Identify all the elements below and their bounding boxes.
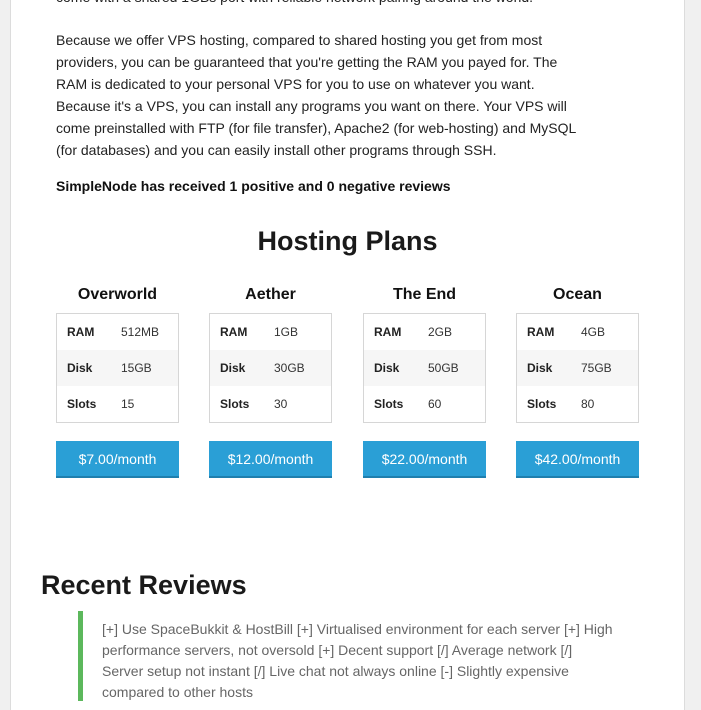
intro-paragraph: Because we offer VPS hosting, compared t… <box>56 32 576 158</box>
plan-name: Ocean <box>553 286 602 303</box>
spec-value: 80 <box>581 397 595 411</box>
spec-value: 1GB <box>274 325 299 339</box>
spec-row-slots: Slots 60 <box>364 386 485 422</box>
order-button-overworld[interactable]: $7.00/month <box>56 441 179 478</box>
plan-card-overworld: Overworld RAM 512MB Disk 15GB Slots 15 $… <box>56 283 179 478</box>
spec-value: 512MB <box>121 325 160 339</box>
spec-row-slots: Slots 30 <box>210 386 331 422</box>
review-summary: SimpleNode has received 1 positive and 0… <box>56 178 451 194</box>
plan-specs: RAM 2GB Disk 50GB Slots 60 <box>363 313 486 423</box>
spec-key: Slots <box>220 397 250 411</box>
spec-key: RAM <box>67 325 95 339</box>
plan-name: Aether <box>245 286 296 303</box>
plan-name: Overworld <box>77 286 158 303</box>
spec-key: Slots <box>67 397 97 411</box>
plan-card-ocean: Ocean RAM 4GB Disk 75GB Slots 80 $42.00/… <box>516 283 639 478</box>
spec-row-ram: RAM 1GB <box>210 314 331 350</box>
spec-value: 60 <box>428 397 442 411</box>
spec-key: Disk <box>527 361 553 375</box>
plan-card-aether: Aether RAM 1GB Disk 30GB Slots 30 $12.00… <box>209 283 332 478</box>
order-button-ocean[interactable]: $42.00/month <box>516 441 639 478</box>
spec-row-slots: Slots 15 <box>57 386 178 422</box>
spec-row-disk: Disk 15GB <box>57 350 178 386</box>
spec-value: 50GB <box>428 361 459 375</box>
spec-key: Slots <box>374 397 404 411</box>
review-item: [+] Use SpaceBukkit & HostBill [+] Virtu… <box>78 611 613 701</box>
spec-row-ram: RAM 4GB <box>517 314 638 350</box>
spec-value: 75GB <box>581 361 612 375</box>
review-text: [+] Use SpaceBukkit & HostBill [+] Virtu… <box>102 621 613 700</box>
plan-specs: RAM 4GB Disk 75GB Slots 80 <box>516 313 639 423</box>
spec-row-disk: Disk 30GB <box>210 350 331 386</box>
spec-key: Disk <box>374 361 400 375</box>
hosting-plans-title: Hosting Plans <box>257 226 438 256</box>
plan-name: The End <box>392 286 457 303</box>
spec-key: RAM <box>374 325 402 339</box>
spec-key: Disk <box>220 361 246 375</box>
plan-specs: RAM 1GB Disk 30GB Slots 30 <box>209 313 332 423</box>
spec-value: 2GB <box>428 325 453 339</box>
plan-card-the-end: The End RAM 2GB Disk 50GB Slots 60 $22.0… <box>363 283 486 478</box>
spec-value: 15 <box>121 397 135 411</box>
spec-value: 15GB <box>121 361 152 375</box>
recent-reviews-title: Recent Reviews <box>41 570 247 600</box>
spec-value: 30 <box>274 397 288 411</box>
plan-specs: RAM 512MB Disk 15GB Slots 15 <box>56 313 179 423</box>
spec-key: Disk <box>67 361 93 375</box>
order-button-the-end[interactable]: $22.00/month <box>363 441 486 478</box>
spec-value: 4GB <box>581 325 606 339</box>
spec-row-ram: RAM 2GB <box>364 314 485 350</box>
spec-value: 30GB <box>274 361 305 375</box>
spec-row-slots: Slots 80 <box>517 386 638 422</box>
spec-key: Slots <box>527 397 557 411</box>
order-button-aether[interactable]: $12.00/month <box>209 441 332 478</box>
spec-row-disk: Disk 50GB <box>364 350 485 386</box>
spec-row-ram: RAM 512MB <box>57 314 178 350</box>
spec-row-disk: Disk 75GB <box>517 350 638 386</box>
spec-key: RAM <box>527 325 555 339</box>
intro-cut-line: come with a shared 1GBs port with reliab… <box>56 0 616 8</box>
spec-key: RAM <box>220 325 248 339</box>
